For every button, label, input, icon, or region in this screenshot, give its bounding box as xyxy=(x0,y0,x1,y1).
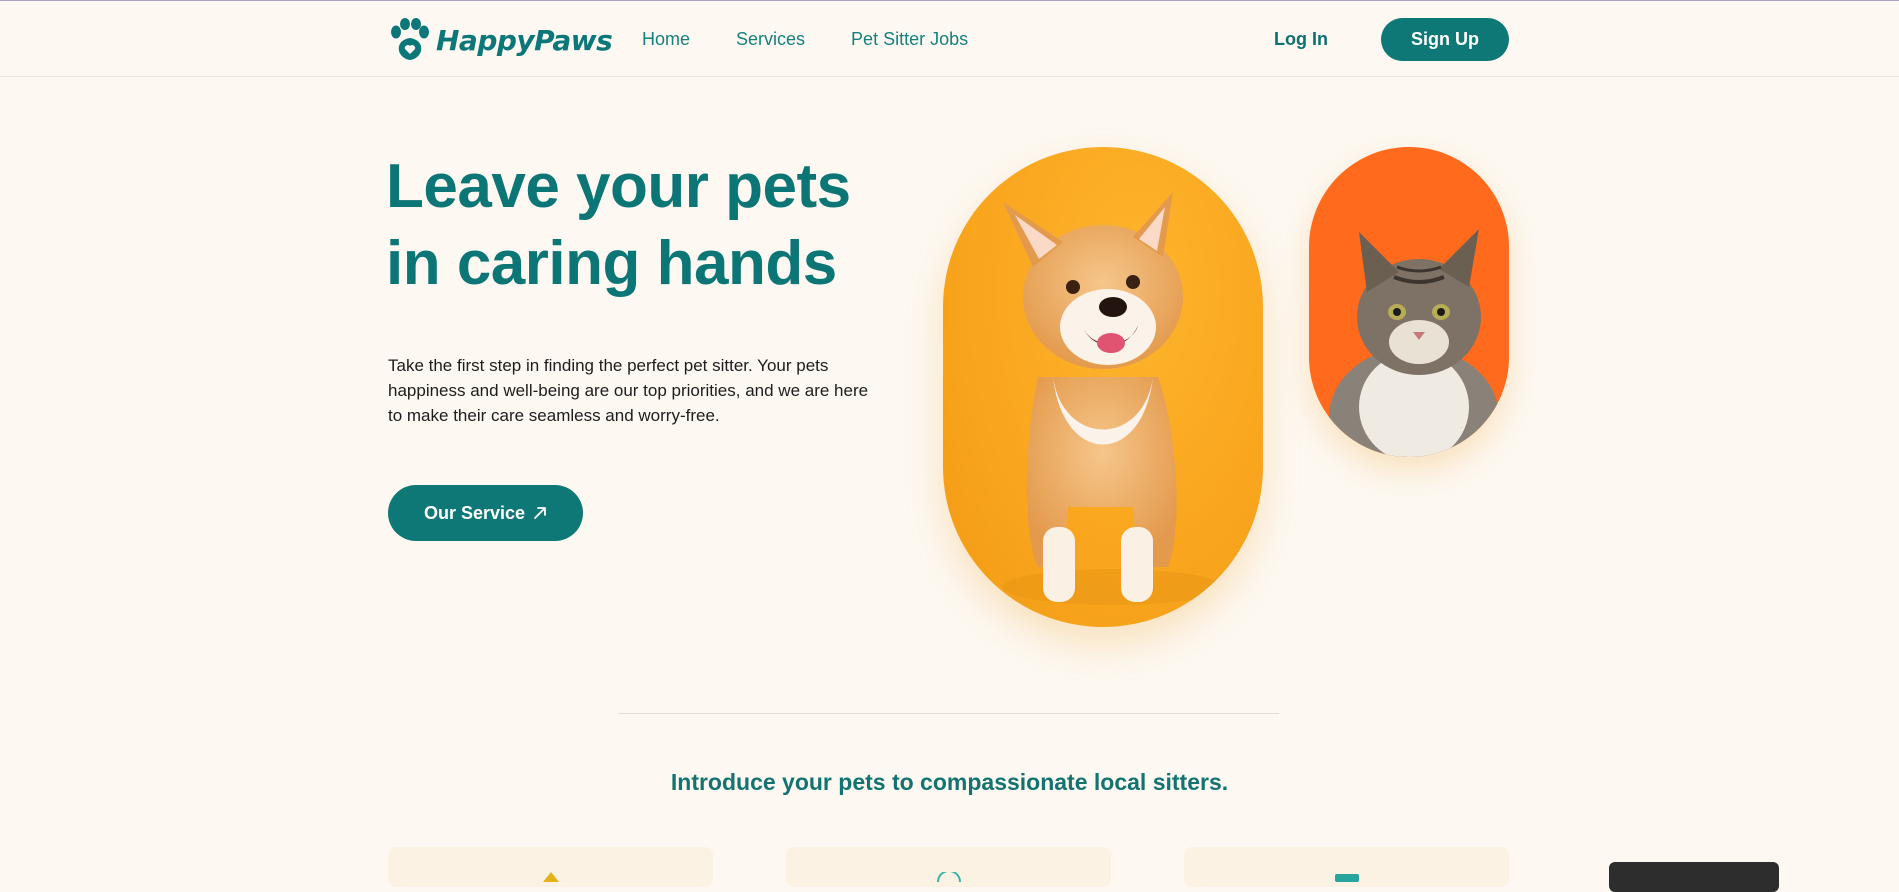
section-title: Introduce your pets to compassionate loc… xyxy=(670,769,1229,795)
hero-title: Leave your pets in caring hands xyxy=(386,148,946,302)
hero-title-line-1: Leave your pets xyxy=(386,152,851,221)
section-divider xyxy=(618,713,1279,714)
hero-description: Take the first step in finding the perfe… xyxy=(388,356,869,425)
corgi-illustration xyxy=(1003,192,1223,605)
nav-services[interactable]: Services xyxy=(736,29,805,50)
our-service-button[interactable]: Our Service xyxy=(388,485,583,541)
circle-icon xyxy=(936,872,961,882)
logo[interactable]: HappyPaws xyxy=(388,18,613,62)
brand-name: HappyPaws xyxy=(436,23,613,57)
hero-title-line-2: in caring hands xyxy=(386,229,837,298)
site-header: HappyPaws Home Services Pet Sitter Jobs … xyxy=(0,1,1899,77)
arrow-up-right-icon xyxy=(534,507,546,519)
feature-card-2[interactable] xyxy=(786,847,1111,887)
corgi-photo xyxy=(943,147,1263,627)
nav-pet-sitter-jobs[interactable]: Pet Sitter Jobs xyxy=(851,29,968,50)
diamond-icon xyxy=(542,872,559,882)
feature-card-3[interactable] xyxy=(1184,847,1509,887)
main-nav: Home Services Pet Sitter Jobs xyxy=(642,29,968,50)
cat-photo xyxy=(1309,147,1509,457)
nav-home[interactable]: Home xyxy=(642,29,690,50)
feature-card-1[interactable] xyxy=(388,847,713,887)
login-link[interactable]: Log In xyxy=(1274,29,1328,50)
signup-button[interactable]: Sign Up xyxy=(1381,18,1509,61)
cat-illustration xyxy=(1329,229,1499,457)
square-icon xyxy=(1334,874,1359,882)
our-service-label: Our Service xyxy=(423,502,526,523)
chat-widget[interactable] xyxy=(1609,862,1779,892)
paw-heart-icon xyxy=(391,18,429,60)
